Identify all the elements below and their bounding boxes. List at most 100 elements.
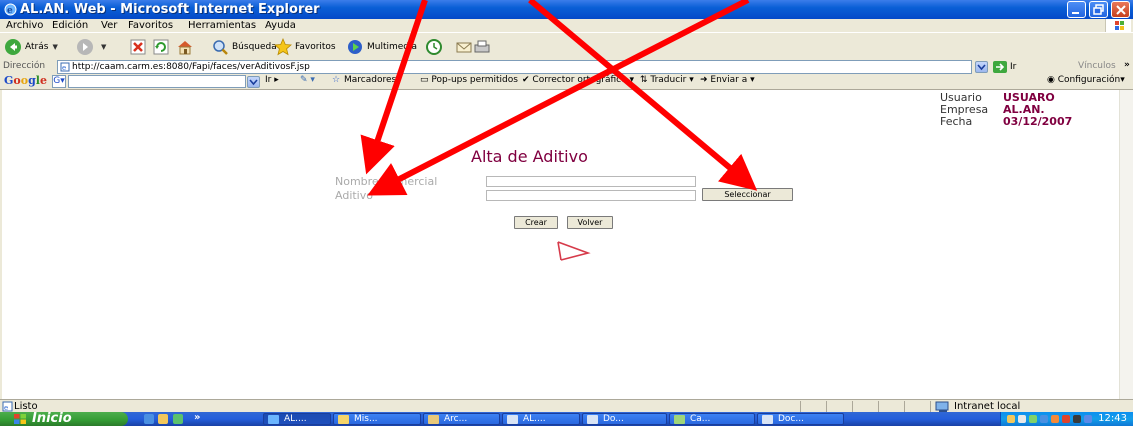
menu-favoritos[interactable]: Favoritos xyxy=(128,20,173,31)
multimedia-icon xyxy=(348,40,362,54)
favorites-button[interactable]: Favoritos xyxy=(274,37,336,57)
multimedia-label: Multimedia xyxy=(367,42,418,52)
popups-label: Pop-ups permitidos xyxy=(431,75,518,85)
vertical-scrollbar[interactable] xyxy=(1119,90,1133,399)
page-content: Usuario USUARO Empresa AL.AN. Fecha 03/1… xyxy=(0,90,1133,399)
go-button[interactable]: Ir xyxy=(993,60,1016,74)
stop-button[interactable] xyxy=(129,37,150,57)
google-search-dropdown[interactable] xyxy=(247,76,260,88)
task-button[interactable]: Arc... xyxy=(423,413,500,425)
tray-icon[interactable] xyxy=(1029,415,1037,423)
task-button[interactable]: Do... xyxy=(582,413,667,425)
chevron-down-icon xyxy=(249,79,258,86)
more-quicklaunch-chevron[interactable]: » xyxy=(194,412,200,423)
create-button[interactable]: Crear xyxy=(514,216,558,229)
minimize-button[interactable] xyxy=(1067,1,1086,18)
task-button[interactable]: Mis... xyxy=(333,413,421,425)
internet-explorer-icon: e xyxy=(4,3,17,16)
google-logo[interactable]: Google xyxy=(4,74,47,87)
minimize-icon xyxy=(1072,12,1079,14)
home-button[interactable] xyxy=(176,37,197,57)
google-go-label: Ir xyxy=(265,75,272,85)
google-search-input[interactable] xyxy=(68,75,246,88)
menu-bar: Archivo Edición Ver Favoritos Herramient… xyxy=(0,19,1133,32)
desktop-quicklaunch-icon[interactable] xyxy=(173,414,183,424)
svg-text:e: e xyxy=(62,64,66,72)
menu-edicion[interactable]: Edición xyxy=(52,20,88,31)
address-input[interactable]: e http://caam.carm.es:8080/Fapi/faces/ve… xyxy=(57,60,972,74)
explorer-icon xyxy=(428,415,439,424)
tray-icon[interactable] xyxy=(1051,415,1059,423)
additive-label: Aditivo xyxy=(335,189,373,202)
stop-icon xyxy=(130,39,146,55)
page-status-icon: e xyxy=(2,401,13,412)
favorites-label: Favoritos xyxy=(295,42,336,52)
menu-ver[interactable]: Ver xyxy=(101,20,117,31)
page-title: Alta de Aditivo xyxy=(471,147,588,166)
menu-archivo[interactable]: Archivo xyxy=(6,20,43,31)
tray-icon[interactable] xyxy=(1062,415,1070,423)
word-icon xyxy=(762,415,773,424)
go-label: Ir xyxy=(1010,62,1017,72)
tray-icon[interactable] xyxy=(1018,415,1026,423)
google-go-button[interactable]: Ir ▸ xyxy=(265,75,279,85)
back-arrow-icon xyxy=(5,39,21,55)
close-icon xyxy=(1116,5,1126,15)
window-title: AL.AN. Web - Microsoft Internet Explorer xyxy=(20,2,320,17)
date-label: Fecha xyxy=(940,115,973,128)
tray-icon[interactable] xyxy=(1084,415,1092,423)
tray-icon[interactable] xyxy=(1007,415,1015,423)
history-icon xyxy=(426,39,442,55)
settings-label: Configuración xyxy=(1057,75,1121,85)
additive-input[interactable] xyxy=(486,190,696,201)
clock[interactable]: 12:43 xyxy=(1098,413,1127,424)
menu-herramientas[interactable]: Herramientas xyxy=(188,20,256,31)
address-dropdown-button[interactable] xyxy=(975,61,988,73)
tray-icon[interactable] xyxy=(1040,415,1048,423)
google-options-icon[interactable]: ✎ ▾ xyxy=(300,75,315,85)
send-to-button[interactable]: ➜ Enviar a ▾ xyxy=(700,75,755,85)
multimedia-button[interactable]: Multimedia xyxy=(346,37,417,57)
refresh-button[interactable] xyxy=(152,37,173,57)
ie-quicklaunch-icon[interactable] xyxy=(144,414,154,424)
task-button[interactable]: Doc... xyxy=(757,413,844,425)
bookmarks-button[interactable]: Marcadores▾ xyxy=(344,75,401,85)
search-button[interactable]: Búsqueda xyxy=(211,37,277,57)
spellcheck-label: Corrector ortográfico xyxy=(532,75,627,85)
bookmarks-label: Marcadores xyxy=(344,75,397,85)
task-button[interactable]: AL.... xyxy=(263,413,331,425)
spellcheck-button[interactable]: ✔ Corrector ortográfico ▾ xyxy=(522,75,634,85)
settings-button[interactable]: ◉ Configuración▾ xyxy=(1047,75,1125,85)
print-button[interactable] xyxy=(473,37,494,57)
back-button[interactable]: Atrás ▼ xyxy=(4,37,58,57)
address-url: http://caam.carm.es:8080/Fapi/faces/verA… xyxy=(72,62,310,72)
close-button[interactable] xyxy=(1111,1,1130,18)
standard-toolbar: Atrás ▼ ▼ Búsqueda Favoritos Multimedia xyxy=(0,32,1133,60)
select-button[interactable]: Seleccionar xyxy=(702,188,793,201)
go-arrow-icon xyxy=(993,61,1007,73)
menu-ayuda[interactable]: Ayuda xyxy=(265,20,296,31)
tray-icon[interactable] xyxy=(1073,415,1081,423)
task-button[interactable]: Ca... xyxy=(669,413,755,425)
translate-button[interactable]: ⇅ Traducir ▾ xyxy=(640,75,694,85)
search-icon xyxy=(213,40,228,55)
windows-logo-icon xyxy=(1105,19,1131,32)
google-menu-button[interactable]: G▾ xyxy=(52,75,66,88)
ie-icon xyxy=(268,415,279,424)
send-to-label: Enviar a xyxy=(710,75,748,85)
bookmarks-star-icon: ☆ xyxy=(332,75,341,85)
maximize-button[interactable] xyxy=(1089,1,1108,18)
popups-button[interactable]: ▭ Pop-ups permitidos xyxy=(420,75,518,85)
more-chevron-icon[interactable]: » xyxy=(1124,60,1130,70)
links-label[interactable]: Vínculos xyxy=(1078,61,1116,71)
forward-button[interactable]: ▼ xyxy=(76,37,106,57)
back-label: Atrás xyxy=(25,42,49,52)
start-button[interactable]: Inicio xyxy=(0,412,128,426)
outlook-quicklaunch-icon[interactable] xyxy=(158,414,168,424)
word-icon xyxy=(507,415,518,424)
window-title-bar[interactable]: e AL.AN. Web - Microsoft Internet Explor… xyxy=(0,0,1133,19)
task-button[interactable]: AL.... xyxy=(502,413,580,425)
commercial-name-input[interactable] xyxy=(486,176,696,187)
back-form-button[interactable]: Volver xyxy=(567,216,613,229)
history-button[interactable] xyxy=(425,37,446,57)
